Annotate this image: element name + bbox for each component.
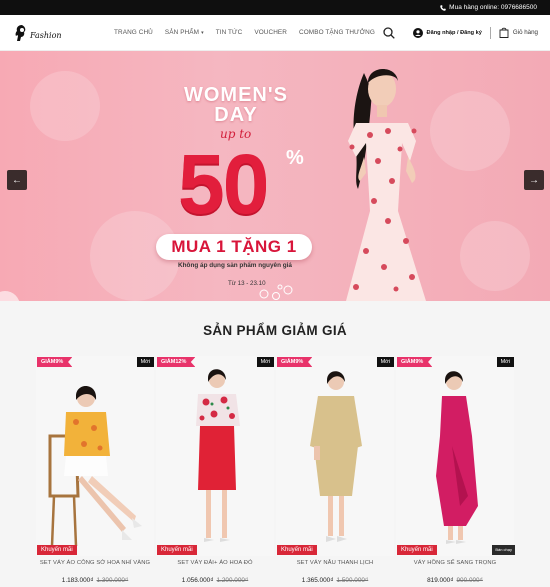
hero-note: Không áp dụng sản phẩm nguyên giá xyxy=(178,262,292,269)
hotline-text: Mua hàng online: 0976686500 xyxy=(449,4,537,11)
hero-headline: WOMEN'S DAY xyxy=(176,85,296,125)
new-badge: Mới xyxy=(376,357,394,367)
carousel-prev-button[interactable]: ← xyxy=(7,170,27,190)
chevron-down-icon: ▾ xyxy=(201,29,204,36)
search-icon[interactable] xyxy=(382,26,395,39)
user-icon[interactable] xyxy=(412,27,423,38)
new-badge: Mới xyxy=(496,357,514,367)
nav-voucher-label: VOUCHER xyxy=(254,29,287,36)
decor-bubble xyxy=(30,71,100,141)
promo-badge: Khuyến mãi xyxy=(397,545,437,555)
discount-badge: GIẢM9% xyxy=(37,357,73,367)
discount-badge: GIẢM12% xyxy=(157,357,196,367)
product-grid: GIẢM9% Mới Khuyến mãi SET VÁY ÁO CÔNG SỞ… xyxy=(36,356,516,587)
login-register-link[interactable]: Đăng nhập / Đăng ký xyxy=(427,30,482,36)
hero-offer-pill: MUA 1 TẶNG 1 xyxy=(156,234,312,260)
product-image[interactable] xyxy=(36,356,154,556)
product-name[interactable]: SET VÁY NÂU THANH LỊCH xyxy=(276,560,394,566)
sale-products-section: SẢN PHẨM GIẢM GIÁ GIẢM9% Mới Khuyến mãi … xyxy=(0,301,550,587)
current-price: 819.000₫ xyxy=(427,577,454,584)
decor-bubble xyxy=(430,91,510,171)
nav-news[interactable]: TIN TỨC xyxy=(210,29,249,36)
new-badge: Mới xyxy=(136,357,154,367)
product-card[interactable]: GIẢM9% Mới Khuyến mãi Bán chạy VÁY HỒNG … xyxy=(396,356,516,587)
nav-combo[interactable]: COMBO TẶNG THƯỞNG xyxy=(293,29,381,36)
hero-offer-text: MUA 1 TẶNG 1 xyxy=(171,237,297,256)
product-card[interactable]: GIẢM12% Mới Khuyến mãi SET VÁY ĐẢI+ ÁO H… xyxy=(156,356,276,587)
product-price: 819.000₫ 900.000₫ xyxy=(396,577,514,584)
product-image[interactable] xyxy=(396,356,514,556)
product-name[interactable]: VÁY HỒNG SẾ SANG TRỌNG xyxy=(396,560,514,566)
product-price: 1.365.000₫ 1.500.000₫ xyxy=(276,577,394,584)
shopping-bag-icon[interactable] xyxy=(499,27,509,38)
current-price: 1.183.000₫ xyxy=(61,577,94,584)
product-name[interactable]: SET VÁY ĐẢI+ ÁO HOA ĐỎ xyxy=(156,560,274,566)
nav-combo-label: COMBO TẶNG THƯỞNG xyxy=(299,29,375,36)
site-header: Fashion TRANG CHỦ SẢN PHẨM ▾ TIN TỨC VOUC… xyxy=(0,15,550,51)
new-badge: Mới xyxy=(256,357,274,367)
hero-banner[interactable]: WOMEN'S DAY up to 50 % MUA 1 TẶNG 1 Khôn… xyxy=(0,51,550,301)
cart-link[interactable]: Giỏ hàng xyxy=(513,29,538,36)
nav-news-label: TIN TỨC xyxy=(215,29,243,36)
phone-icon xyxy=(440,4,446,11)
decor-circles-icon xyxy=(259,284,293,300)
discount-badge: GIẢM9% xyxy=(277,357,313,367)
current-price: 1.056.000₫ xyxy=(181,577,214,584)
logo[interactable]: Fashion xyxy=(14,20,62,46)
product-photo-2 xyxy=(156,356,274,556)
product-price: 1.183.000₫ 1.300.000₫ xyxy=(36,577,154,584)
logo-text: Fashion xyxy=(30,31,62,40)
nav-home-label: TRANG CHỦ xyxy=(114,29,153,36)
old-price: 1.500.000₫ xyxy=(336,577,369,584)
promo-badge: Khuyến mãi xyxy=(157,545,197,555)
product-photo-4 xyxy=(396,356,514,556)
product-name[interactable]: SET VÁY ÁO CÔNG SỞ HOA NHÍ VÀNG xyxy=(36,560,154,566)
hotline[interactable]: Mua hàng online: 0976686500 xyxy=(440,4,537,11)
promo-badge: Khuyến mãi xyxy=(37,545,77,555)
old-price: 900.000₫ xyxy=(456,577,483,584)
hero-percent: % xyxy=(286,147,304,169)
decor-bubble xyxy=(460,221,530,291)
promo-badge: Khuyến mãi xyxy=(277,545,317,555)
product-card[interactable]: GIẢM9% Mới Khuyến mãi SET VÁY NÂU THANH … xyxy=(276,356,396,587)
hero-headline-line2: DAY xyxy=(214,104,258,126)
product-photo-3 xyxy=(276,356,394,556)
arrow-left-icon: ← xyxy=(12,174,22,186)
discount-badge: GIẢM9% xyxy=(397,357,433,367)
hero-headline-line1: WOMEN'S xyxy=(184,84,288,106)
product-image[interactable] xyxy=(276,356,394,556)
header-divider xyxy=(489,26,491,39)
arrow-right-icon: → xyxy=(529,174,539,186)
carousel-next-button[interactable]: → xyxy=(524,170,544,190)
product-photo-1 xyxy=(36,356,154,556)
logo-silhouette-icon xyxy=(15,24,26,41)
nav-products-label: SẢN PHẨM xyxy=(164,29,200,36)
old-price: 1.300.000₫ xyxy=(96,577,129,584)
old-price: 1.200.000₫ xyxy=(216,577,249,584)
nav-voucher[interactable]: VOUCHER xyxy=(248,29,293,36)
hero-discount: 50 xyxy=(178,137,269,231)
current-price: 1.365.000₫ xyxy=(301,577,334,584)
product-image[interactable] xyxy=(156,356,274,556)
top-bar: Mua hàng online: 0976686500 xyxy=(0,0,550,15)
section-title: SẢN PHẨM GIẢM GIÁ xyxy=(203,323,347,338)
main-nav: TRANG CHỦ SẢN PHẨM ▾ TIN TỨC VOUCHER COMB… xyxy=(108,29,381,36)
bestseller-badge: Bán chạy xyxy=(492,545,515,555)
header-actions: Đăng nhập / Đăng ký Giỏ hàng xyxy=(382,26,538,39)
product-price: 1.056.000₫ 1.200.000₫ xyxy=(156,577,274,584)
nav-products[interactable]: SẢN PHẨM ▾ xyxy=(159,29,210,36)
hero-model-image xyxy=(346,69,426,301)
product-card[interactable]: GIẢM9% Mới Khuyến mãi SET VÁY ÁO CÔNG SỞ… xyxy=(36,356,156,587)
decor-bubble xyxy=(0,291,20,301)
nav-home[interactable]: TRANG CHỦ xyxy=(108,29,159,36)
